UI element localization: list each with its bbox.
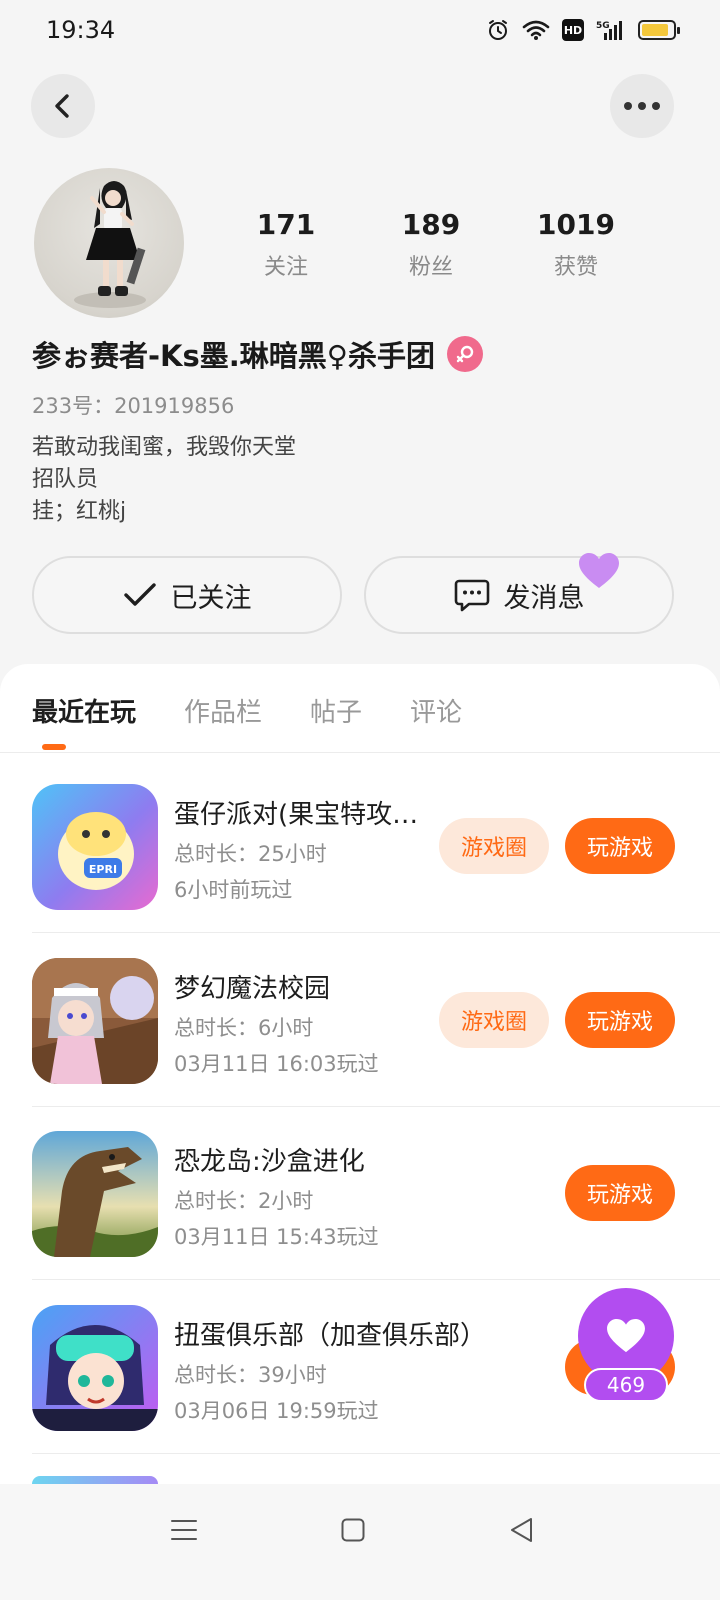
stat-likes[interactable]: 1019 获赞 [516,208,636,281]
user-id: 233号：201919856 [32,394,235,418]
signal-icon: 5G [596,21,622,40]
game-name: 恐龙岛:沙盒进化 [174,1147,365,1177]
checkmark-icon [123,583,156,606]
game-duration: 总时长：2小时 [174,1189,314,1213]
username-row: 参ぉ赛者-Ks墨.琳暗黑♀杀手团 [32,333,484,375]
status-time: 19:34 [46,16,116,44]
game-last-played: 03月11日 15:43玩过 [174,1225,379,1249]
more-button[interactable] [610,74,674,138]
game-icon-gacha-club[interactable] [32,1305,158,1431]
female-icon [447,336,484,372]
row-divider [32,1453,720,1454]
wifi-icon [522,20,550,40]
menu-nav-button[interactable] [162,1508,206,1552]
game-row[interactable]: 恐龙岛:沙盒进化 总时长：2小时 03月11日 15:43玩过 玩游戏 [32,1131,720,1305]
tab-works[interactable]: 作品栏 [184,692,262,729]
chat-bubble-icon [454,579,489,612]
game-icon-eggy-party[interactable]: EPRI [32,784,158,910]
stat-following[interactable]: 171 关注 [226,208,346,281]
tab-bar: 最近在玩 作品栏 帖子 评论 [32,692,462,729]
game-last-played: 03月11日 16:03玩过 [174,1052,379,1076]
tab-divider [0,752,720,753]
game-duration: 总时长：6小时 [174,1016,314,1040]
square-home-icon [341,1518,365,1542]
bio: 若敢动我闺蜜，我毁你天堂 招队员 挂；红桃j [32,432,296,528]
system-nav-bar [0,1484,720,1600]
game-circle-button[interactable]: 游戏圈 [439,818,549,874]
username: 参ぉ赛者-Ks墨.琳暗黑♀杀手团 [32,339,436,373]
game-name: 蛋仔派对(果宝特攻… [174,800,419,830]
game-last-played: 6小时前玩过 [174,878,293,902]
active-tab-indicator [42,744,66,750]
more-dots-icon [624,102,660,110]
hd-icon: HD [562,19,584,41]
play-game-button[interactable]: 玩游戏 [565,1165,675,1221]
message-button[interactable]: 发消息 [364,556,674,634]
battery-level [642,24,668,36]
tab-recently-played[interactable]: 最近在玩 [32,692,136,729]
game-row[interactable]: 梦幻魔法校园 总时长：6小时 03月11日 16:03玩过 游戏圈 玩游戏 [32,958,720,1132]
heart-icon [579,553,619,588]
avatar-character-image [74,181,146,308]
game-icon-partial[interactable] [32,1476,158,1484]
followers-count: 189 [401,208,461,241]
likes-label: 获赞 [553,255,598,280]
bio-line: 若敢动我闺蜜，我毁你天堂 [32,435,297,460]
triangle-back-icon [511,1518,532,1542]
tab-comments[interactable]: 评论 [410,692,462,729]
svg-text:EPRI: EPRI [89,863,117,876]
follow-button[interactable]: 已关注 [32,556,342,634]
stat-followers[interactable]: 189 粉丝 [371,208,491,281]
battery-icon [638,20,680,40]
network-label: 5G [596,21,610,31]
game-duration: 总时长：25小时 [174,842,327,866]
play-game-button[interactable]: 玩游戏 [565,818,675,874]
chevron-left-icon [55,94,69,118]
game-row[interactable]: EPRI 蛋仔派对(果宝特攻… 总时长：25小时 6小时前玩过 游戏圈 玩游戏 [32,784,720,958]
game-icon-magic-campus[interactable] [32,958,158,1084]
row-divider [32,1279,720,1280]
game-name: 梦幻魔法校园 [174,974,331,1004]
avatar[interactable] [34,168,184,318]
bio-line: 挂；红桃j [32,499,127,524]
game-icon-dino-island[interactable] [32,1131,158,1257]
row-divider [32,1106,720,1107]
tab-posts[interactable]: 帖子 [310,692,362,729]
game-name: 扭蛋俱乐部（加查俱乐部） [174,1321,487,1351]
home-nav-button[interactable] [331,1508,375,1552]
bio-line: 招队员 [32,467,99,492]
game-circle-button[interactable]: 游戏圈 [439,992,549,1048]
message-label: 发消息 [503,582,585,614]
following-count: 171 [256,208,316,241]
status-bar: 19:34 HD 5G [0,0,720,64]
back-nav-button[interactable] [500,1508,544,1552]
back-button[interactable] [31,74,95,138]
alarm-icon [489,20,507,40]
menu-icon [171,1520,197,1540]
followers-label: 粉丝 [408,255,453,280]
row-divider [32,932,720,933]
follow-label: 已关注 [170,582,252,614]
like-count-badge: 469 [584,1368,668,1402]
likes-count: 1019 [537,208,615,241]
game-duration: 总时长：39小时 [174,1363,327,1387]
game-last-played: 03月06日 19:59玩过 [174,1399,379,1423]
following-label: 关注 [263,255,308,280]
status-icons: HD 5G [486,18,680,42]
heart-icon [607,1318,645,1353]
play-game-button[interactable]: 玩游戏 [565,992,675,1048]
